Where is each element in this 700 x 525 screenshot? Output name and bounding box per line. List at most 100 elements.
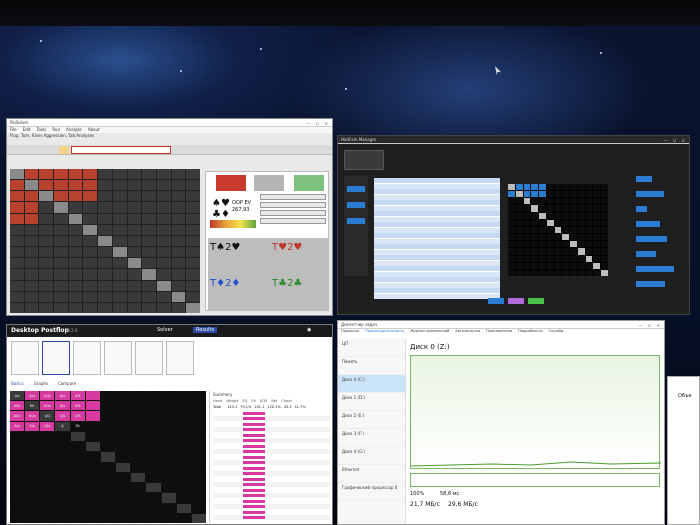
postflop-range-cell[interactable]: QJs <box>55 411 70 421</box>
hud-titlebar[interactable]: Hold'em Manager — ☐ ✕ <box>338 136 689 144</box>
postflop-range-cell[interactable] <box>40 513 55 523</box>
hud-range-cell[interactable] <box>577 269 585 276</box>
range-cell[interactable] <box>171 269 186 280</box>
postflop-range-cell[interactable] <box>116 462 131 472</box>
postflop-range-cell[interactable] <box>191 431 206 442</box>
hud-list-row[interactable] <box>374 205 500 211</box>
postflop-range-cell[interactable] <box>176 462 191 472</box>
range-cell[interactable] <box>186 169 200 180</box>
range-cell[interactable] <box>186 224 200 235</box>
range-cell[interactable] <box>24 180 39 191</box>
postflop-range-cell[interactable] <box>191 391 206 401</box>
hud-range-cell[interactable] <box>515 255 523 262</box>
range-cell[interactable] <box>68 191 83 202</box>
hud-list-row[interactable] <box>374 178 500 183</box>
hud-range-cell[interactable] <box>601 226 608 234</box>
postflop-range-cell[interactable] <box>40 503 55 513</box>
range-cell[interactable] <box>156 302 171 313</box>
range-cell[interactable] <box>156 247 171 258</box>
postflop-range-cell[interactable] <box>191 452 206 462</box>
postflop-range-cell[interactable] <box>40 452 55 462</box>
postflop-range-cell[interactable] <box>176 391 191 401</box>
range-cell[interactable] <box>156 213 171 224</box>
hud-range-cell[interactable] <box>577 219 585 226</box>
hud-range-cell[interactable] <box>570 241 577 248</box>
range-cell[interactable] <box>24 202 39 213</box>
postflop-range-cell[interactable] <box>100 442 116 452</box>
range-cell[interactable] <box>39 258 54 269</box>
hud-range-cell[interactable] <box>601 241 608 248</box>
range-cell[interactable] <box>171 224 186 235</box>
range-cell[interactable] <box>127 180 142 191</box>
postflop-range-cell[interactable] <box>100 513 116 523</box>
hud-range-cell[interactable] <box>539 241 546 248</box>
range-cell[interactable] <box>142 180 156 191</box>
range-cell[interactable] <box>171 169 186 180</box>
postflop-range-cell[interactable] <box>100 503 116 513</box>
hud-range-cell[interactable] <box>508 226 515 234</box>
postflop-range-cell[interactable] <box>100 452 116 462</box>
postflop-range-cell[interactable] <box>161 483 176 493</box>
range-cell[interactable] <box>24 224 39 235</box>
postflop-range-cell[interactable] <box>70 503 85 513</box>
postflop-window[interactable]: Desktop Postflop v0.2.6 Solver Results ◉… <box>6 324 333 525</box>
hud-range-cell[interactable] <box>531 241 539 248</box>
hud-range-cell[interactable] <box>508 255 515 262</box>
hud-list-row[interactable] <box>374 200 500 205</box>
hud-range-cell[interactable] <box>531 198 539 205</box>
hud-range-cell[interactable] <box>601 198 608 205</box>
postflop-range-cell[interactable] <box>85 462 100 472</box>
range-cell[interactable] <box>39 235 54 247</box>
hud-range-cell[interactable] <box>562 219 570 226</box>
range-cell[interactable] <box>54 224 68 235</box>
option-row[interactable] <box>260 202 326 208</box>
postflop-range-cell[interactable]: AQo <box>10 411 25 421</box>
postflop-range-cell[interactable] <box>146 513 161 523</box>
range-cell[interactable] <box>10 224 24 235</box>
postflop-range-cell[interactable] <box>10 472 25 483</box>
range-cell[interactable] <box>186 235 200 247</box>
postflop-range-cell[interactable] <box>10 483 25 493</box>
range-cell[interactable] <box>112 291 127 302</box>
postflop-range-cell[interactable]: KK <box>25 401 40 411</box>
tm-sidebar-item[interactable]: Графический процессор 0 <box>338 483 405 501</box>
postflop-range-cell[interactable]: AJs <box>55 391 70 401</box>
range-cell[interactable] <box>83 291 98 302</box>
postflop-range-cell[interactable] <box>25 431 40 442</box>
tm-sidebar-item[interactable]: Диск 0 (C:) <box>338 375 405 393</box>
range-cell[interactable] <box>10 202 24 213</box>
postflop-range-cell[interactable] <box>25 493 40 503</box>
range-cell[interactable] <box>112 302 127 313</box>
action-node[interactable] <box>104 341 132 375</box>
postflop-range-cell[interactable] <box>191 493 206 503</box>
range-cell[interactable] <box>142 291 156 302</box>
hud-range-cell[interactable] <box>585 205 593 212</box>
hud-range-cell[interactable] <box>562 234 570 241</box>
solver-range-grid[interactable] <box>10 169 200 313</box>
postflop-range-cell[interactable] <box>85 401 100 411</box>
hud-range-cell[interactable] <box>546 219 554 226</box>
range-cell[interactable] <box>98 291 112 302</box>
hud-range-cell[interactable] <box>593 241 601 248</box>
hud-range-cell[interactable] <box>546 198 554 205</box>
range-cell[interactable] <box>98 169 112 180</box>
range-cell[interactable] <box>171 202 186 213</box>
hud-range-cell[interactable] <box>570 255 577 262</box>
hud-range-grid[interactable] <box>508 184 608 276</box>
postflop-tab[interactable]: Graphs <box>34 381 48 389</box>
hud-left-tools[interactable] <box>344 176 368 276</box>
postflop-range-cell[interactable] <box>40 472 55 483</box>
postflop-range-cell[interactable] <box>176 421 191 431</box>
postflop-range-cell[interactable] <box>161 452 176 462</box>
range-cell[interactable] <box>142 269 156 280</box>
postflop-range-cell[interactable] <box>131 411 146 421</box>
hud-range-cell[interactable] <box>585 212 593 219</box>
hud-range-cell[interactable] <box>546 184 554 191</box>
postflop-range-cell[interactable] <box>131 513 146 523</box>
range-cell[interactable] <box>142 258 156 269</box>
postflop-range-cell[interactable]: AKs <box>25 391 40 401</box>
range-cell[interactable] <box>68 224 83 235</box>
range-cell[interactable] <box>10 191 24 202</box>
postflop-range-cell[interactable] <box>85 442 100 452</box>
hud-range-cell[interactable] <box>593 269 601 276</box>
